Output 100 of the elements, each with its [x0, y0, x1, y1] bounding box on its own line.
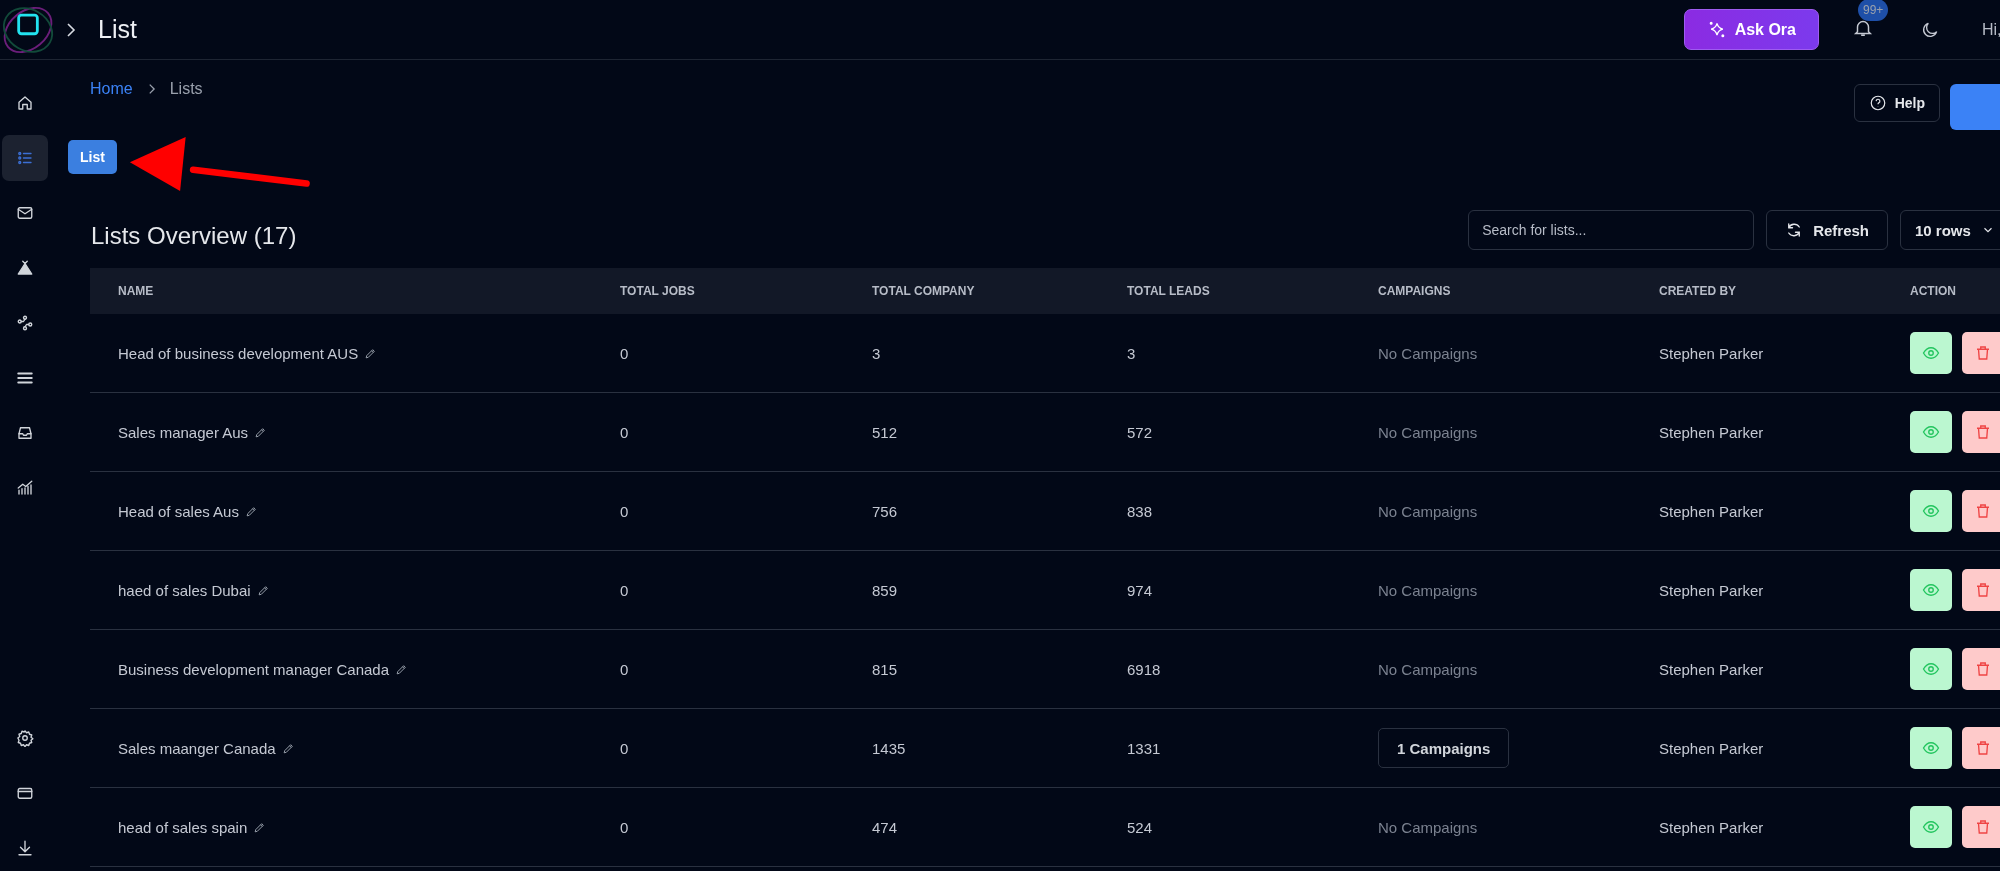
trash-icon — [1974, 502, 1992, 520]
help-icon — [1868, 94, 1887, 112]
list-icon — [16, 149, 34, 167]
trash-icon — [1974, 344, 1992, 362]
table-cell: No Campaigns — [1378, 660, 1478, 678]
list-name: Head of sales Aus — [118, 502, 239, 520]
trash-icon — [1974, 581, 1992, 599]
table-cell: 6918 — [1127, 660, 1161, 678]
table-cell: 838 — [1127, 502, 1153, 520]
column-header: TOTAL COMPANY — [871, 284, 976, 298]
eye-icon — [1922, 660, 1940, 678]
download-icon — [16, 839, 34, 857]
delete-button[interactable] — [1962, 332, 2000, 374]
home-icon — [16, 94, 34, 112]
eye-icon — [1922, 502, 1940, 520]
table-cell: No Campaigns — [1378, 818, 1478, 836]
column-header: TOTAL LEADS — [1126, 284, 1211, 298]
table-cell: Stephen Parker — [1659, 818, 1764, 836]
campaigns-button[interactable]: 1 Campaigns — [1378, 728, 1510, 768]
eye-icon — [1922, 739, 1940, 757]
chart-icon — [16, 479, 34, 497]
breadcrumb-link[interactable]: Home — [90, 80, 133, 98]
list-name: head of sales spain — [118, 818, 248, 836]
table-cell: 859 — [872, 581, 898, 599]
table-cell: 572 — [1127, 423, 1153, 441]
column-header: TOTAL JOBS — [619, 284, 696, 298]
list-name: Business development manager Canada — [118, 660, 389, 678]
table-cell: 0 — [620, 739, 629, 757]
column-header: CAMPAIGNS — [1377, 284, 1452, 298]
table-cell: No Campaigns — [1378, 581, 1478, 599]
table-cell: 0 — [620, 423, 629, 441]
table-cell: Stephen Parker — [1659, 660, 1764, 678]
table-cell: No Campaigns — [1378, 344, 1478, 362]
eye-icon — [1922, 423, 1940, 441]
delete-button[interactable] — [1962, 411, 2000, 453]
settings-icon — [16, 729, 34, 747]
table-cell: 524 — [1127, 818, 1153, 836]
greeting: Hi, — [1982, 20, 2000, 39]
trash-icon — [1974, 739, 1992, 757]
table-cell: No Campaigns — [1378, 423, 1478, 441]
delete-button[interactable] — [1962, 648, 2000, 690]
trash-icon — [1974, 423, 1992, 441]
column-header: CREATED BY — [1658, 284, 1738, 298]
pencil-icon[interactable] — [244, 504, 258, 518]
table-cell: 512 — [872, 423, 898, 441]
table-cell: 3 — [872, 344, 881, 362]
nodes-icon — [16, 314, 34, 332]
column-header: ACTION — [1909, 284, 1957, 298]
pencil-icon[interactable] — [253, 820, 267, 834]
eye-icon — [1922, 581, 1940, 599]
pencil-icon[interactable] — [364, 346, 378, 360]
inbox-icon — [16, 424, 34, 442]
delete-button[interactable] — [1962, 806, 2000, 848]
table-cell: 0 — [620, 344, 629, 362]
table-cell: Stephen Parker — [1659, 344, 1764, 362]
notification-badge: 99+ — [1858, 0, 1889, 21]
pencil-icon[interactable] — [281, 741, 295, 755]
eye-icon — [1922, 344, 1940, 362]
table-cell: 0 — [620, 581, 629, 599]
delete-button[interactable] — [1962, 569, 2000, 611]
rows-dropdown[interactable]: 10 rows — [1900, 210, 2000, 250]
table-cell: 974 — [1127, 581, 1153, 599]
table-cell: Stephen Parker — [1659, 739, 1764, 757]
pencil-icon[interactable] — [254, 425, 268, 439]
table-cell: Stephen Parker — [1659, 502, 1764, 520]
table-cell: No Campaigns — [1378, 502, 1478, 520]
list-name: Sales maanger Canada — [118, 739, 276, 757]
eye-icon — [1922, 818, 1940, 836]
table-cell: 1331 — [1127, 739, 1161, 757]
table-cell: 756 — [872, 502, 898, 520]
ask-ora-button[interactable]: Ask Ora — [1683, 9, 1819, 50]
pencil-icon[interactable] — [395, 662, 408, 676]
list-name: haed of sales Dubai — [118, 581, 251, 599]
help-button[interactable]: Help — [1853, 84, 1940, 122]
breadcrumb-current: Lists — [169, 80, 203, 98]
list-name: Sales manager Aus — [118, 423, 249, 441]
table-cell: 815 — [872, 660, 898, 678]
mail-icon — [16, 204, 34, 222]
list-name: Head of business development AUS — [118, 344, 359, 362]
column-header: NAME — [117, 284, 155, 298]
table-cell: 0 — [620, 818, 629, 836]
trash-icon — [1974, 818, 1992, 836]
tent-icon — [16, 259, 34, 277]
trash-icon — [1974, 660, 1992, 678]
refresh-button[interactable]: Refresh — [1766, 210, 1888, 250]
table-cell: 0 — [620, 660, 629, 678]
tooltip: List — [68, 140, 117, 174]
table-cell: Stephen Parker — [1659, 423, 1764, 441]
pencil-icon[interactable] — [256, 583, 270, 597]
delete-button[interactable] — [1962, 727, 2000, 769]
table-cell: 474 — [872, 818, 898, 836]
table-cell: 0 — [620, 502, 629, 520]
table-cell: Stephen Parker — [1659, 581, 1764, 599]
chevron-icon — [66, 21, 76, 38]
section-title: Lists Overview (17) — [91, 222, 297, 250]
page-title: List — [98, 15, 137, 44]
table-cell: 1435 — [872, 739, 906, 757]
table-cell: 3 — [1127, 344, 1136, 362]
delete-button[interactable] — [1962, 490, 2000, 532]
search-field[interactable]: Search for lists... — [1468, 210, 1755, 250]
